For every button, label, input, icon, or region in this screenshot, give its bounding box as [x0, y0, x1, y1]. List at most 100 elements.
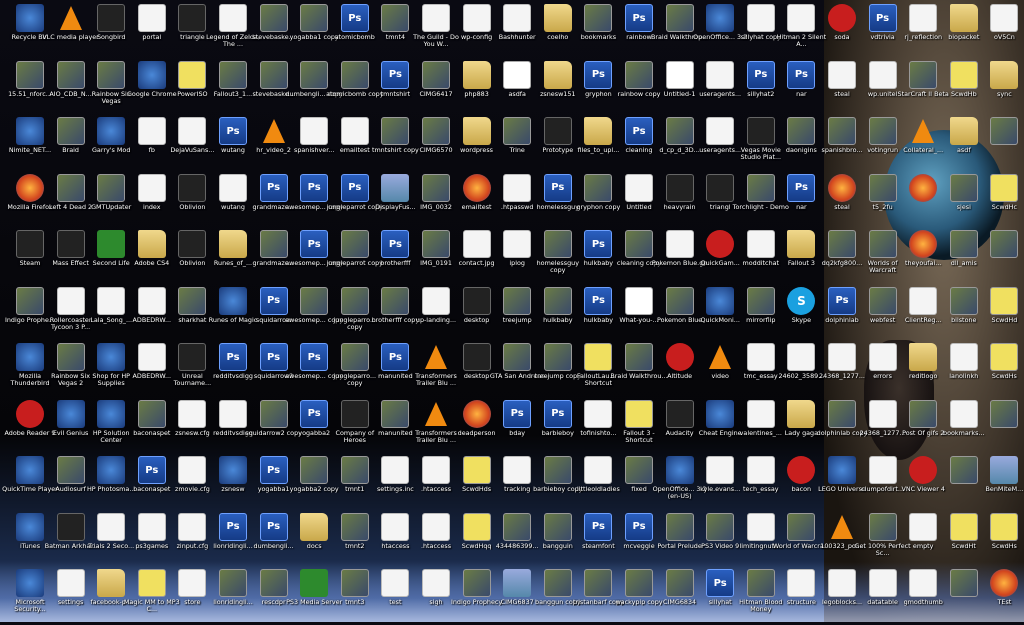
- doc-file-icon: [746, 230, 775, 258]
- img-file-icon: [543, 230, 572, 258]
- ps-file-icon: Ps: [259, 512, 288, 541]
- ps-file-icon: Ps: [828, 286, 856, 315]
- ps-file-icon: Ps: [381, 230, 410, 258]
- folder-file-icon: [909, 343, 938, 371]
- desktop-icon-label: oV5Cn: [993, 34, 1015, 41]
- app-file-icon: [16, 4, 44, 32]
- desktop-icon-label: ScwdHs: [991, 373, 1017, 380]
- ps-file-icon: Ps: [259, 343, 288, 371]
- ps-file-icon: Ps: [706, 569, 735, 597]
- doc-file-icon: [909, 286, 938, 315]
- ps-file-icon: Ps: [137, 456, 166, 484]
- app-file-icon: [219, 456, 247, 484]
- img-file-icon: [625, 456, 653, 484]
- img-file-icon: [219, 569, 247, 597]
- doc-file-icon: [56, 569, 85, 597]
- folder-file-icon: [990, 60, 1019, 89]
- doc-file-icon: [503, 4, 532, 32]
- doc-file-icon: [746, 4, 775, 32]
- img-file-icon: [584, 4, 613, 32]
- yellow-file-icon: [584, 343, 613, 371]
- img-file-icon: [868, 286, 897, 315]
- img-file-icon: [746, 173, 775, 202]
- img-file-icon: [422, 117, 450, 145]
- desktop-icon[interactable]: ScwdHc: [976, 172, 1024, 230]
- img-file-icon: [381, 286, 410, 315]
- desktop-icon[interactable]: ScwdHs: [976, 511, 1024, 569]
- img-file-icon: [340, 569, 369, 597]
- app-file-icon: [137, 60, 166, 89]
- img-file-icon: [706, 512, 735, 541]
- doc-file-icon: [868, 569, 897, 597]
- img-file-icon: [381, 4, 410, 32]
- doc-file-icon: [422, 569, 450, 597]
- img-file-icon: [746, 286, 775, 315]
- red-file-icon: [665, 343, 694, 371]
- desktop-icon[interactable]: sync: [976, 59, 1024, 117]
- vlc-file-icon: [57, 4, 85, 32]
- desktop-icon[interactable]: [976, 398, 1024, 456]
- desktop-icon[interactable]: ScwdHs: [976, 341, 1024, 399]
- img-file-icon: [259, 569, 288, 597]
- red-file-icon: [706, 230, 735, 258]
- yellow-file-icon: [990, 173, 1019, 202]
- ff-file-icon: [990, 569, 1019, 597]
- img-file-icon: [909, 60, 938, 89]
- desktop-icon[interactable]: [976, 115, 1024, 173]
- desktop-icon[interactable]: TEst: [976, 567, 1024, 625]
- doc-file-icon: [137, 343, 166, 371]
- green-file-icon: [300, 569, 329, 597]
- img-file-icon: [543, 343, 572, 371]
- img-file-icon: [56, 343, 85, 371]
- desktop-icon[interactable]: oV5Cn: [976, 2, 1024, 60]
- desktop-icon-label: sync: [997, 90, 1012, 98]
- ps-file-icon: Ps: [300, 173, 329, 202]
- img-file-icon: [137, 399, 166, 428]
- doc-file-icon: [462, 4, 491, 32]
- img-file-icon: [340, 60, 369, 89]
- folder-file-icon: [787, 230, 816, 258]
- yellow-file-icon: [990, 343, 1019, 371]
- doc-file-icon: [787, 343, 816, 371]
- img-file-icon: [909, 399, 938, 428]
- doc-file-icon: [503, 173, 532, 202]
- dark-file-icon: [178, 4, 207, 32]
- folder-file-icon: [584, 117, 613, 145]
- yellow-file-icon: [462, 456, 491, 484]
- ps-file-icon: Ps: [259, 173, 288, 202]
- app-file-icon: [16, 117, 44, 145]
- img-file-icon: [990, 399, 1019, 428]
- ps-file-icon: Ps: [259, 286, 288, 315]
- img-file-icon: [422, 230, 450, 258]
- desktop-icon[interactable]: BenMiteM...: [976, 454, 1024, 512]
- img-file-icon: [625, 230, 653, 258]
- dark-file-icon: [665, 399, 694, 428]
- app-file-icon: [706, 399, 735, 428]
- doc-file-icon: [381, 456, 410, 484]
- img-file-icon: [625, 60, 653, 89]
- img-file-icon: [56, 456, 85, 484]
- doc-file-icon: [178, 456, 207, 484]
- doc-file-icon: [787, 4, 816, 32]
- folder-file-icon: [97, 569, 126, 597]
- doc-file-icon: [56, 286, 85, 315]
- img-file-icon: [787, 512, 816, 541]
- img-file-icon: [949, 230, 978, 258]
- vlc-file-icon: [909, 117, 937, 145]
- img-file-icon: [300, 456, 329, 484]
- ps-file-icon: Ps: [381, 343, 410, 371]
- desktop-icon[interactable]: ScwdHd: [976, 285, 1024, 343]
- doc-file-icon: [422, 286, 450, 315]
- doc-file-icon: [584, 399, 613, 428]
- txt-file-icon: [625, 286, 653, 315]
- img-file-icon: [300, 286, 329, 315]
- ps-file-icon: Ps: [584, 286, 613, 315]
- dark-file-icon: [746, 117, 775, 145]
- ps-file-icon: Ps: [543, 173, 572, 202]
- desktop-icon-label: BenMiteM...: [985, 486, 1024, 493]
- desktop-icon[interactable]: [976, 228, 1024, 286]
- doc-file-icon: [868, 60, 897, 89]
- skype-file-icon: S: [787, 286, 816, 315]
- img-file-icon: [787, 117, 816, 145]
- folder-file-icon: [137, 230, 166, 258]
